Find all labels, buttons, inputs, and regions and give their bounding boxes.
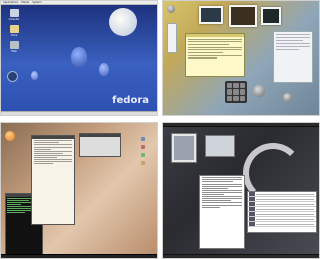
balloon-image xyxy=(99,63,109,76)
note-dialog xyxy=(185,33,245,77)
computer-icon xyxy=(9,9,19,17)
photo-frame xyxy=(199,6,223,24)
taskbar xyxy=(1,254,157,258)
menu-applications[interactable]: Applications xyxy=(3,1,18,4)
fedora-logo-icon xyxy=(7,71,18,82)
info-widget xyxy=(273,31,313,83)
gauge-widget xyxy=(253,85,265,97)
screenshot-warm-desktop xyxy=(0,122,158,259)
screenshot-dark-desktop xyxy=(162,122,320,259)
desktop-icon-trash[interactable]: Trash xyxy=(7,41,21,53)
balloon-image xyxy=(71,47,87,67)
bottom-panel xyxy=(163,254,319,258)
bottom-panel xyxy=(1,111,157,115)
dialog-titlebar xyxy=(186,34,244,37)
gauge-widget xyxy=(283,93,292,102)
photo-frame xyxy=(229,5,257,27)
list-item[interactable] xyxy=(248,222,316,227)
fedora-wordmark: fedora xyxy=(112,95,149,106)
balloon-image xyxy=(31,71,38,80)
app-window xyxy=(79,133,121,157)
dock-icon[interactable] xyxy=(141,153,145,157)
photo-frame xyxy=(261,7,281,25)
trash-icon xyxy=(9,41,19,49)
image-toolbox-window xyxy=(171,133,197,163)
dock-icon[interactable] xyxy=(141,161,145,165)
moon-image xyxy=(109,8,137,36)
keypad-widget xyxy=(225,81,247,103)
top-panel xyxy=(163,123,319,127)
screenshot-widget-desktop xyxy=(162,0,320,116)
dialog-window xyxy=(205,135,235,157)
desktop-icon-home[interactable]: Home xyxy=(7,25,21,37)
text-editor-window xyxy=(31,135,75,225)
document-window xyxy=(199,175,245,249)
clock-icon xyxy=(167,5,175,13)
music-library-window xyxy=(247,191,317,233)
desktop-icon-computer[interactable]: Computer xyxy=(7,9,21,21)
screenshot-fedora-desktop: Applications Places System Computer Home… xyxy=(0,0,158,116)
top-panel: Applications Places System xyxy=(1,1,157,5)
menu-places[interactable]: Places xyxy=(21,1,29,4)
menu-system[interactable]: System xyxy=(32,1,41,4)
dock-icon[interactable] xyxy=(141,137,145,141)
orange-logo-icon xyxy=(5,131,15,141)
dock-icon[interactable] xyxy=(141,145,145,149)
side-widget xyxy=(167,23,177,53)
home-folder-icon xyxy=(9,25,19,33)
